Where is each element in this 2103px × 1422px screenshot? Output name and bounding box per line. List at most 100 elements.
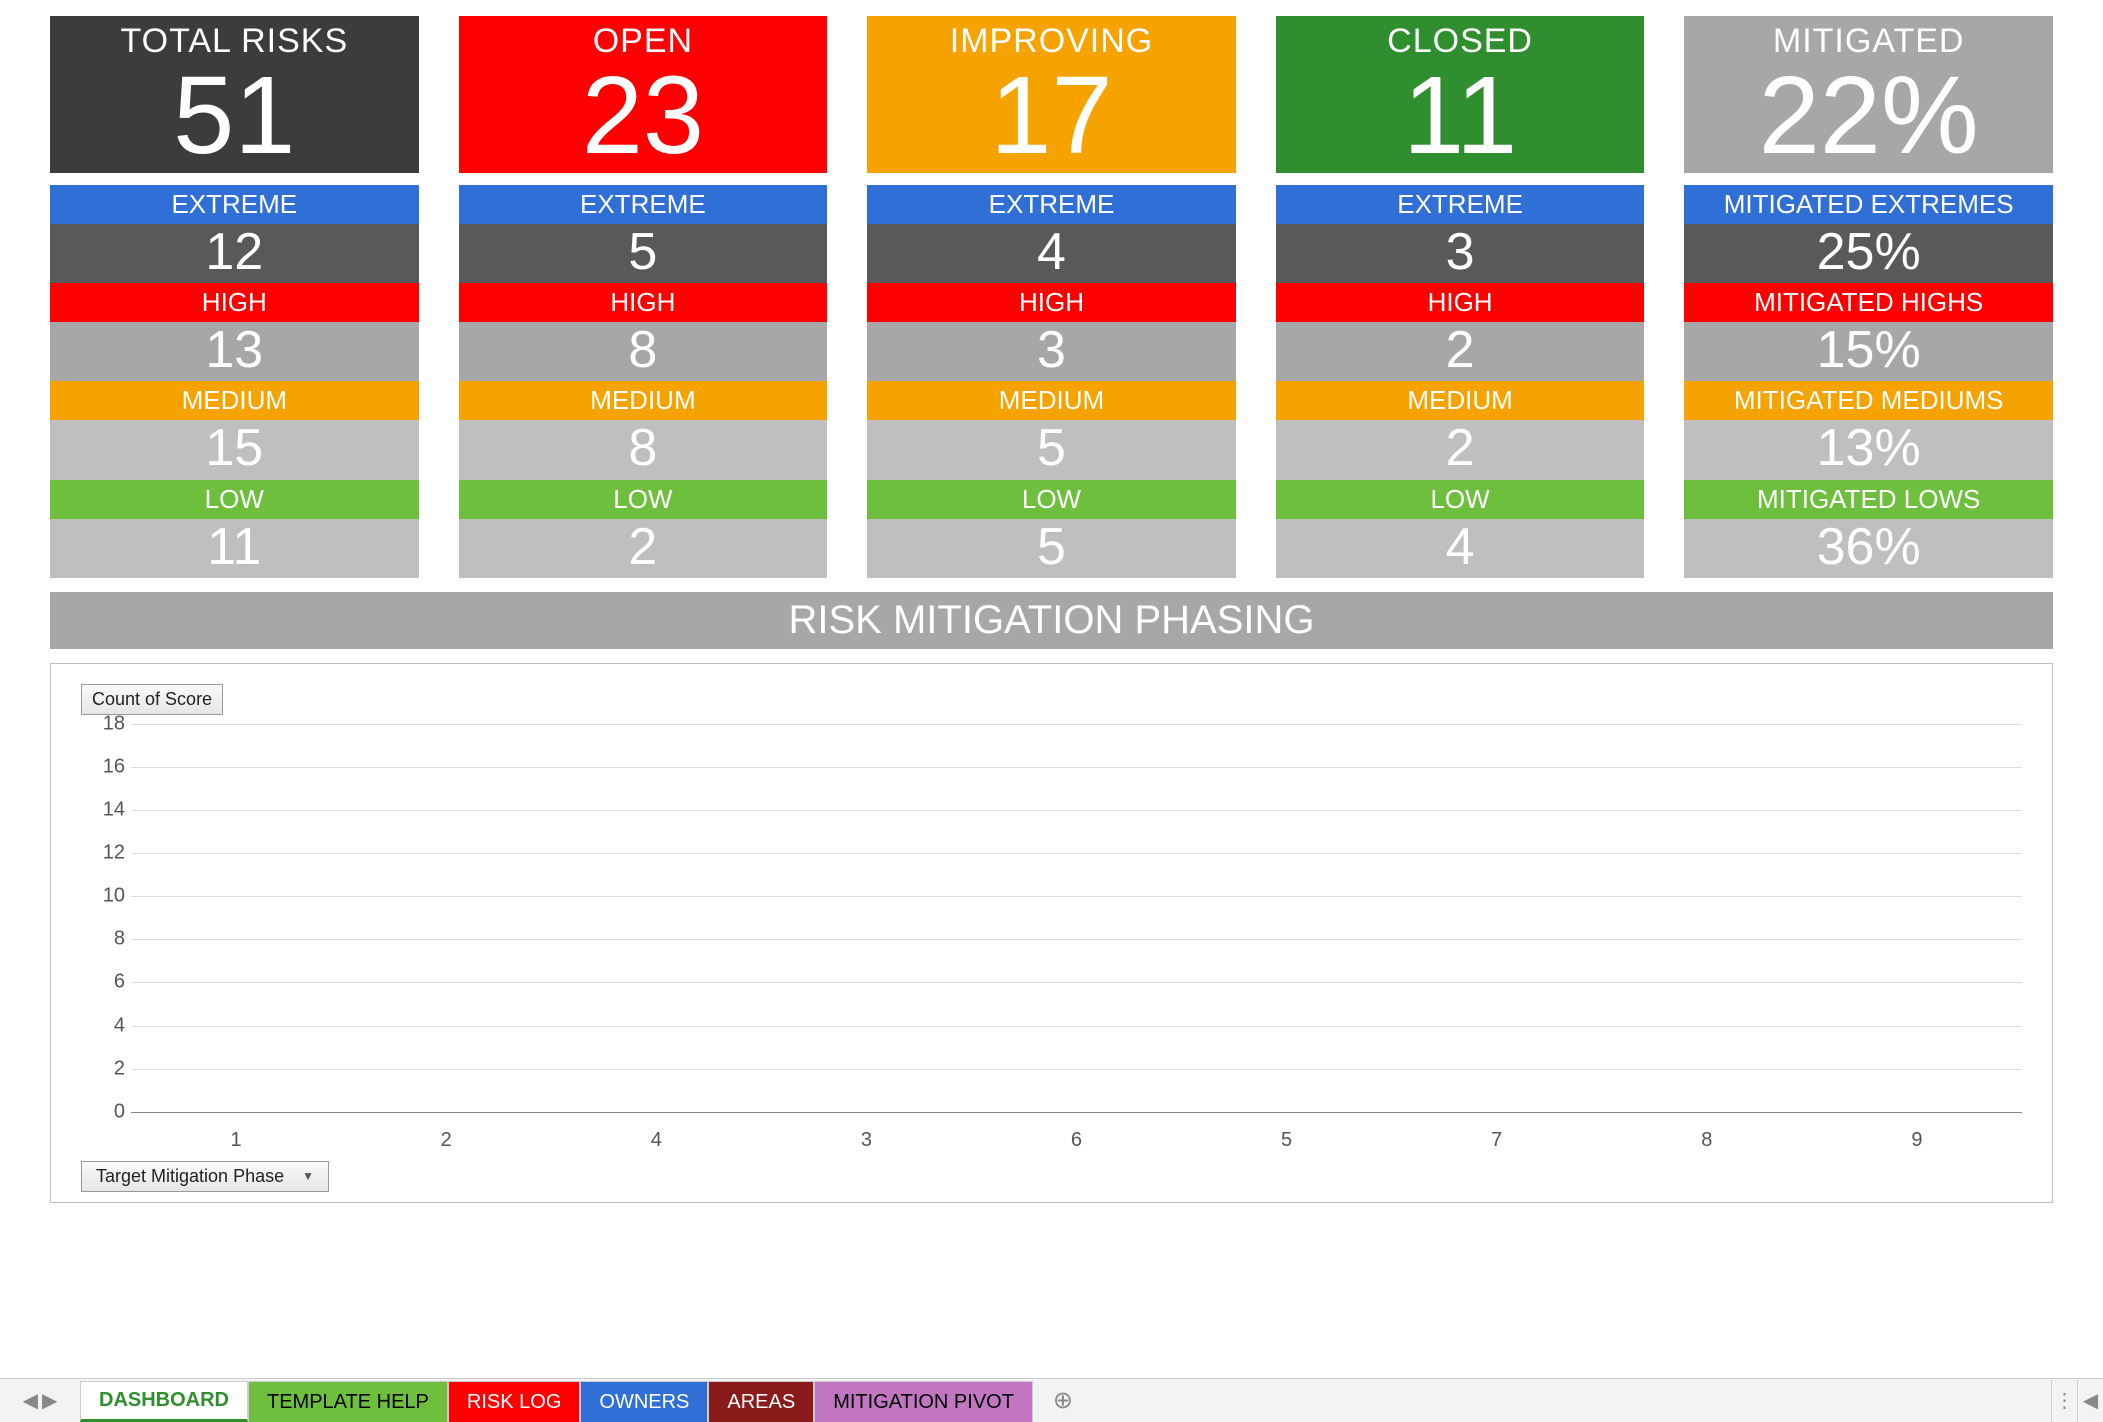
detail-label: LOW (1276, 480, 1645, 519)
sheet-tab-label: TEMPLATE HELP (267, 1391, 429, 1414)
chart-count-button[interactable]: Count of Score (81, 684, 223, 715)
detail-label: LOW (867, 480, 1236, 519)
kpi-value: 23 (459, 61, 828, 171)
nav-next-icon: ▶ (42, 1388, 57, 1413)
detail-value: 15 (50, 420, 419, 479)
gridline (131, 896, 2022, 897)
detail-value: 2 (459, 519, 828, 578)
sheet-tab-bar: ◀ ▶ DASHBOARD TEMPLATE HELP RISK LOG OWNERS… (0, 1378, 2103, 1422)
detail-value: 8 (459, 322, 828, 381)
detail-col: EXTREME12HIGH13MEDIUM15LOW11 (50, 185, 419, 578)
tab-scroll-area: ⋮ ◀ (2051, 1379, 2103, 1422)
gridline (131, 982, 2022, 983)
detail-value: 12 (50, 224, 419, 283)
detail-label: HIGH (459, 283, 828, 322)
detail-value: 5 (459, 224, 828, 283)
x-tick-label: 8 (1622, 1129, 1792, 1152)
plus-icon: ⊕ (1053, 1386, 1073, 1415)
sheet-tab-label: DASHBOARD (99, 1389, 229, 1412)
kpi-card: TOTAL RISKS51 (50, 16, 419, 173)
gridline (131, 767, 2022, 768)
detail-value: 8 (459, 420, 828, 479)
y-tick-label: 10 (91, 885, 125, 908)
gridline (131, 1069, 2022, 1070)
chevron-down-icon: ▼ (302, 1169, 314, 1183)
sheet-tab-label: OWNERS (599, 1391, 689, 1414)
sheet-tab-label: MITIGATION PIVOT (833, 1391, 1014, 1414)
y-tick-label: 16 (91, 755, 125, 778)
kpi-card: OPEN23 (459, 16, 828, 173)
drag-handle-icon[interactable]: ⋮ (2051, 1380, 2077, 1422)
detail-value: 5 (867, 519, 1236, 578)
sheet-tab[interactable]: AREAS (708, 1381, 814, 1422)
detail-value: 36% (1684, 519, 2053, 578)
chart-xaxis-button[interactable]: Target Mitigation Phase ▼ (81, 1161, 329, 1192)
sheet-nav-buttons[interactable]: ◀ ▶ (0, 1379, 80, 1422)
sheet-tab-label: AREAS (727, 1391, 795, 1414)
detail-label: EXTREME (50, 185, 419, 224)
detail-value: 3 (1276, 224, 1645, 283)
detail-value: 13% (1684, 420, 2053, 479)
section-banner: RISK MITIGATION PHASING (50, 592, 2053, 649)
bars-container (131, 724, 2022, 1112)
sheet-tab[interactable]: TEMPLATE HELP (248, 1381, 448, 1422)
x-tick-label: 7 (1412, 1129, 1582, 1152)
detail-grid: EXTREME12HIGH13MEDIUM15LOW11EXTREME5HIGH… (50, 185, 2053, 578)
detail-label: MEDIUM (459, 381, 828, 420)
detail-value: 4 (867, 224, 1236, 283)
detail-label: LOW (459, 480, 828, 519)
y-tick-label: 2 (91, 1057, 125, 1080)
gridline (131, 810, 2022, 811)
sheet-tab-label: RISK LOG (467, 1391, 561, 1414)
sheet-tab[interactable]: OWNERS (580, 1381, 708, 1422)
x-tick-label: 3 (781, 1129, 951, 1152)
kpi-card: IMPROVING17 (867, 16, 1236, 173)
kpi-card: MITIGATED22% (1684, 16, 2053, 173)
chart-xaxis-label: Target Mitigation Phase (96, 1166, 284, 1187)
gridline (131, 853, 2022, 854)
y-tick-label: 12 (91, 842, 125, 865)
detail-label: HIGH (867, 283, 1236, 322)
detail-value: 13 (50, 322, 419, 381)
x-tick-label: 5 (1202, 1129, 1372, 1152)
kpi-row: TOTAL RISKS51 OPEN23IMPROVING17 CLOSED11MI… (50, 16, 2053, 173)
chart-area: 024681012141618 (131, 724, 2022, 1112)
sheet-tab[interactable]: DASHBOARD (80, 1381, 248, 1422)
detail-label: EXTREME (867, 185, 1236, 224)
detail-value: 2 (1276, 322, 1645, 381)
x-tick-label: 6 (991, 1129, 1161, 1152)
detail-value: 5 (867, 420, 1236, 479)
kpi-card: CLOSED11 (1276, 16, 1645, 173)
detail-label: HIGH (1276, 283, 1645, 322)
scroll-left-button[interactable]: ◀ (2077, 1380, 2103, 1422)
y-tick-label: 6 (91, 971, 125, 994)
detail-label: EXTREME (459, 185, 828, 224)
detail-label: MITIGATED EXTREMES (1684, 185, 2053, 224)
detail-label: MITIGATED MEDIUMS (1684, 381, 2053, 420)
x-axis-labels: 1 2 4 3 6 5 7 8 9 (131, 1129, 2022, 1152)
detail-value: 4 (1276, 519, 1645, 578)
detail-col: EXTREME4HIGH3MEDIUM5LOW5 (867, 185, 1236, 578)
detail-label: LOW (50, 480, 419, 519)
x-tick-label: 1 (151, 1129, 321, 1152)
detail-label: MITIGATED HIGHS (1684, 283, 2053, 322)
x-tick-label: 2 (361, 1129, 531, 1152)
detail-value: 25% (1684, 224, 2053, 283)
dashboard-page: TOTAL RISKS51OPEN23IMPROVING17CLOSED11MI… (0, 0, 2103, 1203)
y-tick-label: 18 (91, 712, 125, 735)
y-tick-label: 4 (91, 1014, 125, 1037)
new-sheet-button[interactable]: ⊕ (1033, 1379, 1093, 1422)
kpi-value: 11 (1276, 61, 1645, 171)
nav-prev-icon: ◀ (23, 1388, 38, 1413)
detail-label: EXTREME (1276, 185, 1645, 224)
detail-value: 2 (1276, 420, 1645, 479)
x-tick-label: 4 (571, 1129, 741, 1152)
x-tick-label: 9 (1832, 1129, 2002, 1152)
sheet-tab[interactable]: RISK LOG (448, 1381, 580, 1422)
tabs-holder: DASHBOARD TEMPLATE HELP RISK LOG OWNERS AREA… (80, 1379, 1033, 1422)
kpi-value: 22% (1684, 61, 2053, 171)
y-tick-label: 14 (91, 798, 125, 821)
kpi-value: 17 (867, 61, 1236, 171)
detail-label: MEDIUM (50, 381, 419, 420)
sheet-tab[interactable]: MITIGATION PIVOT (814, 1381, 1033, 1422)
